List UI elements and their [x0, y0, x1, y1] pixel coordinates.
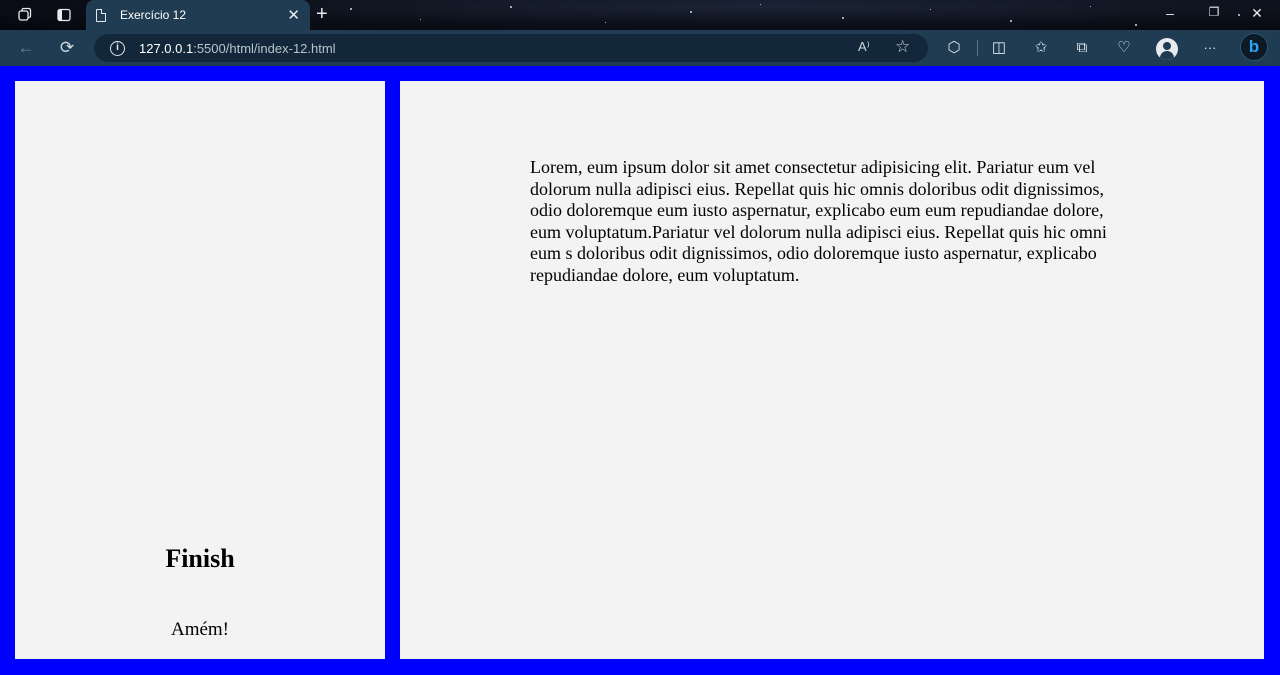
favorite-star-icon[interactable]: ☆	[895, 37, 910, 57]
tab-actions-button[interactable]	[51, 4, 77, 26]
close-tab-icon[interactable]: ✕	[287, 6, 300, 24]
background-star	[420, 19, 421, 20]
finish-heading: Finish	[165, 544, 235, 573]
site-info-icon[interactable]: i	[110, 40, 125, 56]
collections-icon[interactable]: ⧉	[1071, 37, 1093, 59]
closing-text: Amém!	[170, 619, 230, 640]
restore-button[interactable]: ❐	[1204, 5, 1224, 19]
background-star	[1090, 6, 1091, 7]
address-bar[interactable]: i 127.0.0.1:5500/html/index-12.html A⁾ ☆	[94, 34, 928, 62]
back-button[interactable]: ←	[15, 37, 37, 59]
background-star	[605, 22, 606, 23]
more-menu-icon[interactable]: ···	[1199, 37, 1221, 59]
background-star	[1135, 24, 1137, 26]
background-star	[760, 4, 761, 5]
workspaces-icon	[18, 7, 32, 21]
new-tab-button[interactable]: +	[316, 3, 328, 25]
tab-bar: Exercício 12 ✕ + – ❐ ✕	[0, 0, 1280, 30]
background-star	[842, 17, 844, 19]
close-window-button[interactable]: ✕	[1247, 5, 1267, 22]
background-star	[510, 6, 512, 8]
split-screen-icon[interactable]: ◫	[988, 37, 1010, 59]
toolbar-separator	[977, 40, 978, 56]
background-star	[350, 8, 352, 10]
right-panel: Lorem, eum ipsum dolor sit amet consecte…	[400, 81, 1264, 659]
background-star	[1238, 14, 1240, 16]
tab-actions-icon	[57, 8, 71, 22]
workspaces-button[interactable]	[12, 4, 38, 26]
profile-avatar[interactable]	[1156, 38, 1178, 60]
bing-copilot-icon[interactable]: b	[1240, 33, 1268, 61]
minimize-button[interactable]: –	[1160, 5, 1180, 21]
toolbar: ← ⟳ i 127.0.0.1:5500/html/index-12.html …	[0, 30, 1280, 66]
tab-active[interactable]: Exercício 12 ✕	[86, 0, 310, 30]
performance-icon[interactable]: ♡	[1113, 37, 1135, 59]
lorem-paragraph: Lorem, eum ipsum dolor sit amet consecte…	[530, 157, 1107, 285]
background-star	[930, 9, 931, 10]
url-path: :5500/html/index-12.html	[193, 40, 336, 56]
background-star	[690, 11, 692, 13]
refresh-button[interactable]: ⟳	[56, 37, 78, 59]
page-icon	[96, 8, 106, 22]
page-viewport: Finish Amém! Lorem, eum ipsum dolor sit …	[0, 66, 1280, 675]
tab-title: Exercício 12	[120, 8, 187, 22]
favorites-icon[interactable]: ✩	[1030, 37, 1052, 59]
left-panel: Finish Amém!	[15, 81, 385, 659]
background-star	[1010, 20, 1012, 22]
url-host: 127.0.0.1	[139, 40, 194, 56]
extensions-icon[interactable]: ⬡	[943, 37, 965, 59]
read-aloud-icon[interactable]: A⁾	[858, 39, 870, 55]
